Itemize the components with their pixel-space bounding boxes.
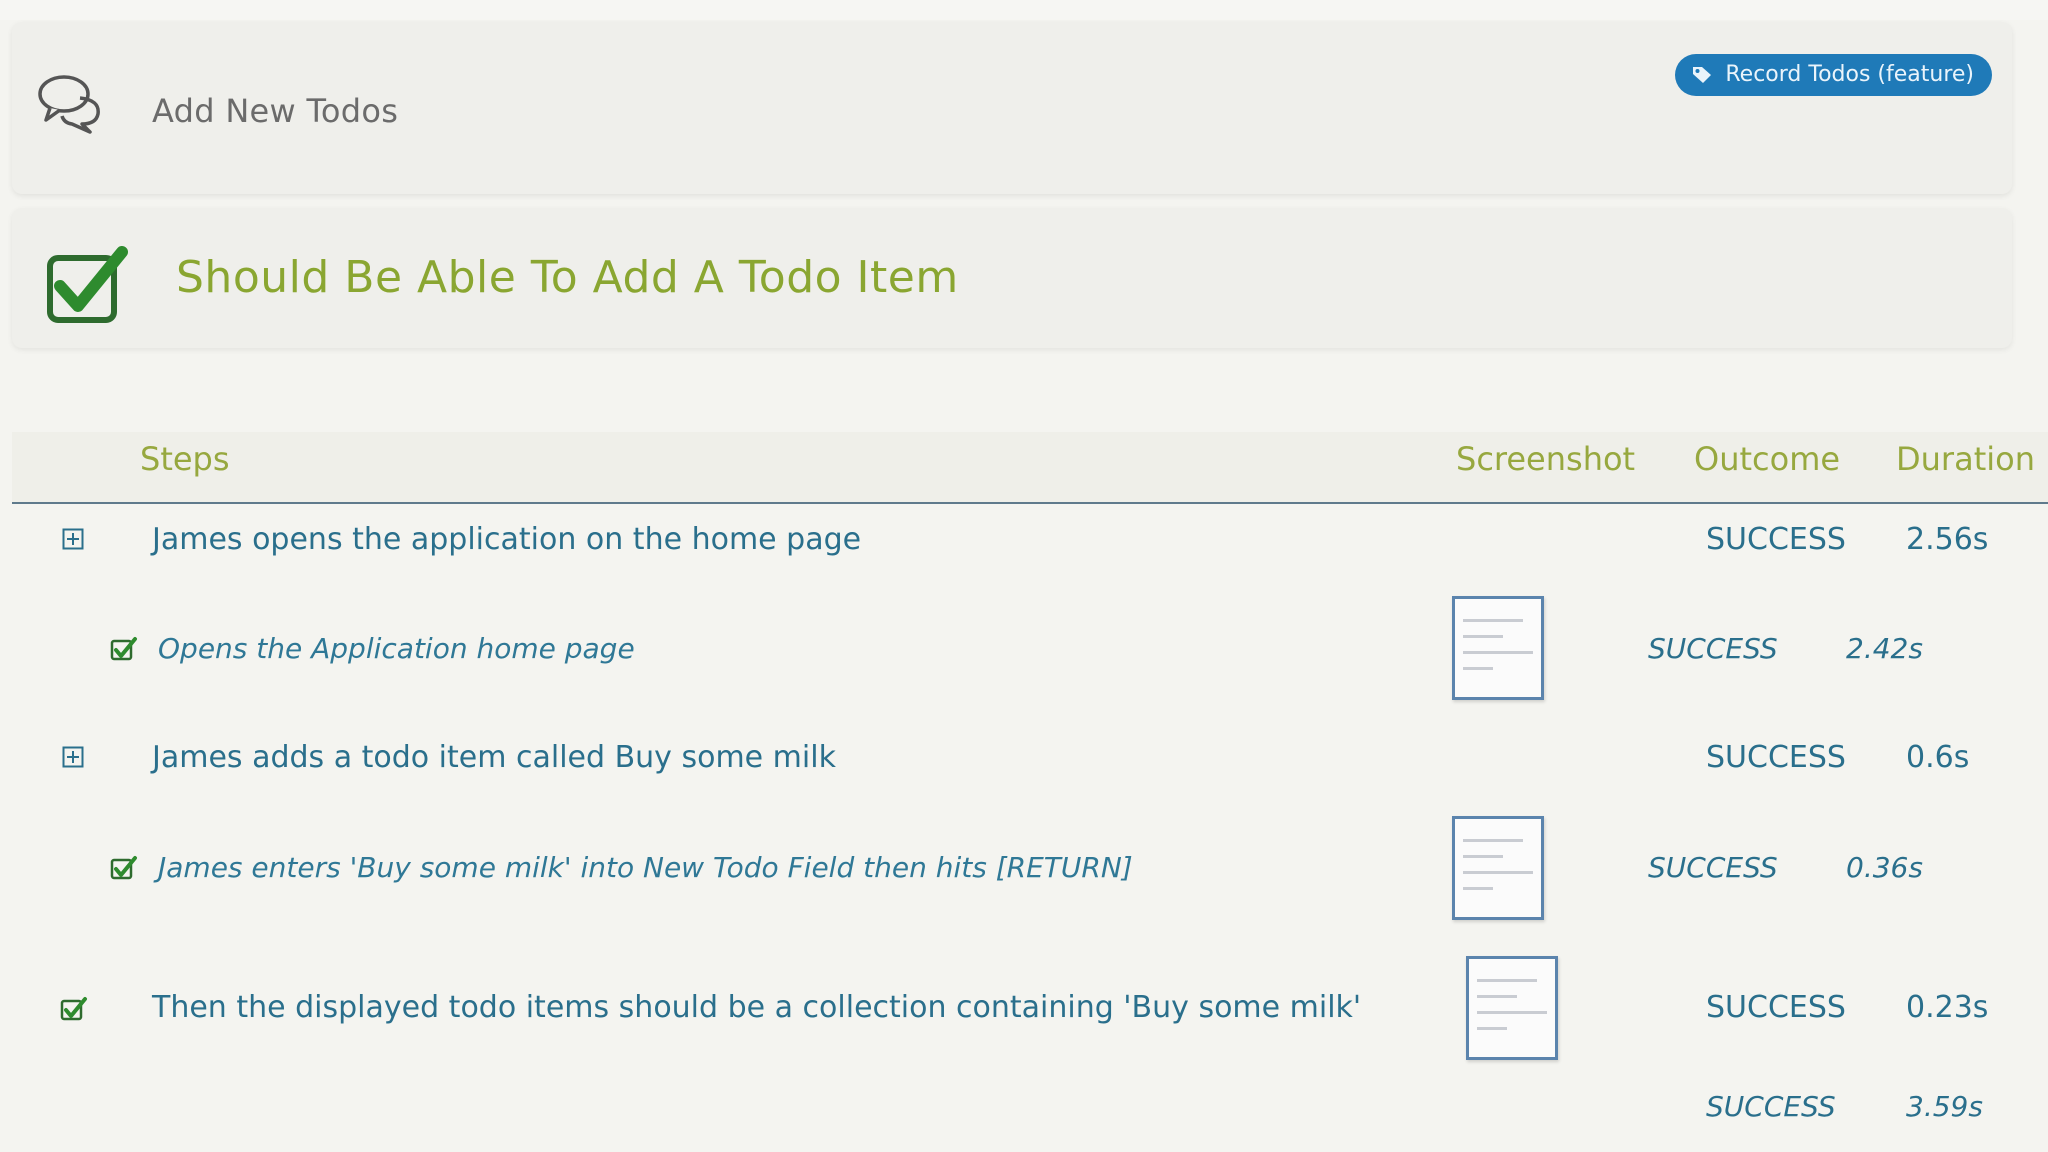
- step-duration: 0.6s: [1906, 740, 1970, 775]
- feature-tag[interactable]: Record Todos (feature): [1675, 54, 1992, 96]
- scenario-title: Should Be Able To Add A Todo Item: [176, 252, 959, 303]
- step-outcome: SUCCESS: [1706, 740, 1846, 775]
- step-outcome: SUCCESS: [1706, 990, 1846, 1025]
- step-duration: 2.56s: [1906, 522, 1989, 557]
- step-duration: 0.36s: [1846, 851, 1923, 884]
- screenshot-thumbnail[interactable]: [1452, 596, 1544, 700]
- header-duration: Duration: [1896, 440, 2035, 478]
- expand-icon[interactable]: [62, 746, 84, 768]
- test-report-page: Add New Todos Record Todos (feature) Sho…: [0, 0, 2048, 1152]
- total-duration: 3.59s: [1906, 1090, 1983, 1123]
- screenshot-thumbnail[interactable]: [1466, 956, 1558, 1060]
- header-steps: Steps: [140, 440, 230, 478]
- step-duration: 2.42s: [1846, 632, 1923, 665]
- step-row-text: Opens the Application home page: [158, 632, 635, 665]
- step-outcome: SUCCESS: [1706, 522, 1846, 557]
- scenario-success-check-icon: [47, 246, 128, 323]
- speech-bubbles-icon: [38, 75, 100, 134]
- step-outcome: SUCCESS: [1648, 851, 1778, 884]
- step-row-text: James opens the application on the home …: [152, 522, 862, 557]
- step-row-text: James enters 'Buy some milk' into New To…: [158, 851, 1133, 884]
- check-icon: [110, 856, 137, 880]
- step-row-text: Then the displayed todo items should be …: [152, 990, 1362, 1025]
- total-outcome: SUCCESS: [1706, 1090, 1836, 1123]
- top-strip: [0, 0, 2048, 20]
- step-row-text: James adds a todo item called Buy some m…: [152, 740, 836, 775]
- feature-tag-label: Record Todos (feature): [1725, 62, 1974, 87]
- header-outcome: Outcome: [1694, 440, 1841, 478]
- check-icon: [60, 997, 87, 1021]
- step-duration: 0.23s: [1906, 990, 1989, 1025]
- tag-icon: [1693, 67, 1712, 83]
- story-title: Add New Todos: [152, 92, 399, 130]
- check-icon: [110, 637, 137, 661]
- step-outcome: SUCCESS: [1648, 632, 1778, 665]
- screenshot-thumbnail[interactable]: [1452, 816, 1544, 920]
- header-screenshot: Screenshot: [1456, 440, 1636, 478]
- expand-icon[interactable]: [62, 528, 84, 550]
- header-divider: [12, 502, 2048, 504]
